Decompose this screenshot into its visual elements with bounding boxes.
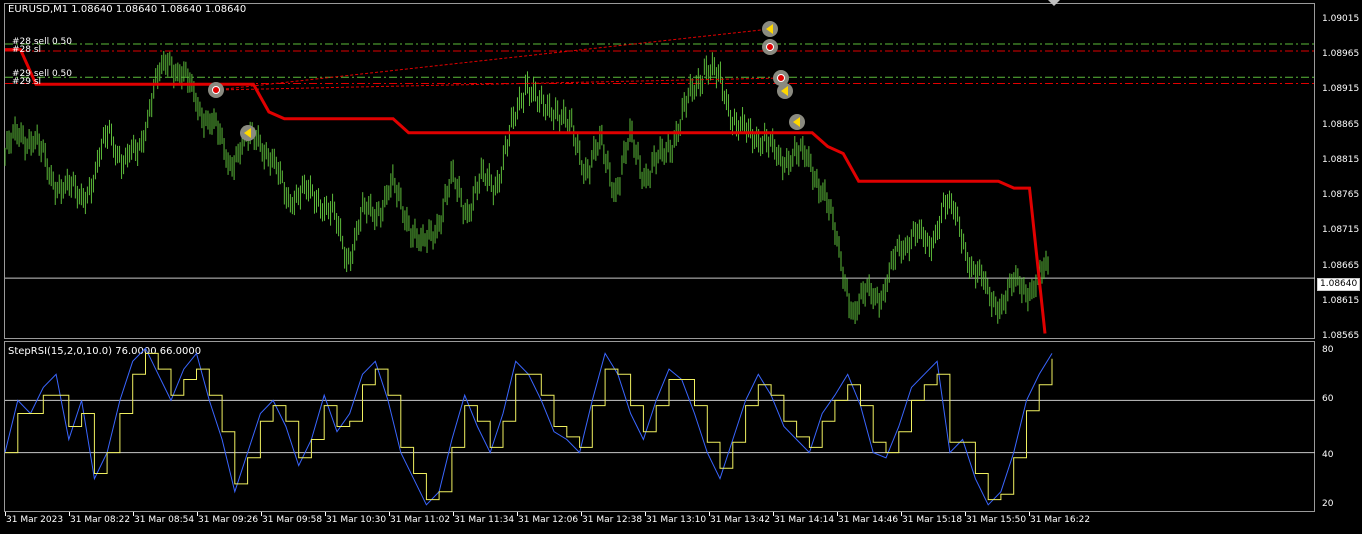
time-axis-tick (773, 512, 774, 516)
time-axis-label: 31 Mar 14:14 (774, 515, 835, 525)
time-axis-tick (5, 512, 6, 516)
time-axis-tick (645, 512, 646, 516)
time-axis-label: 31 Mar 16:22 (1030, 515, 1091, 525)
time-axis-label: 31 Mar 08:22 (70, 515, 131, 525)
rsi-axis-label: 60 (1322, 394, 1334, 404)
time-axis-label: 31 Mar 10:30 (326, 515, 387, 525)
time-axis-tick (325, 512, 326, 516)
time-axis-tick (517, 512, 518, 516)
rsi-fast-line (4, 347, 1053, 506)
time-axis-tick (197, 512, 198, 516)
time-axis-label: 31 Mar 13:42 (710, 515, 771, 525)
time-axis-tick (453, 512, 454, 516)
time-axis-tick (901, 512, 902, 516)
time-axis-label: 31 Mar 08:54 (134, 515, 195, 525)
rsi-axis-label: 40 (1322, 450, 1334, 460)
time-axis-label: 31 Mar 09:26 (198, 515, 259, 525)
rsi-axis-label: 80 (1322, 345, 1334, 355)
time-axis-label: 31 Mar 11:34 (454, 515, 515, 525)
rsi-axis-label: 20 (1322, 499, 1334, 509)
time-axis-label: 31 Mar 13:10 (646, 515, 707, 525)
time-axis-tick (709, 512, 710, 516)
time-axis-label: 31 Mar 15:50 (966, 515, 1027, 525)
time-axis-label: 31 Mar 09:58 (262, 515, 323, 525)
time-axis-label: 31 Mar 2023 (6, 515, 64, 525)
time-axis-tick (965, 512, 966, 516)
time-axis-tick (133, 512, 134, 516)
time-axis-tick (261, 512, 262, 516)
time-axis-tick (1029, 512, 1030, 516)
time-axis-tick (581, 512, 582, 516)
time-axis-tick (389, 512, 390, 516)
time-axis-label: 31 Mar 11:02 (390, 515, 451, 525)
time-axis-label: 31 Mar 15:18 (902, 515, 963, 525)
time-axis-label: 31 Mar 12:38 (582, 515, 643, 525)
time-axis-tick (837, 512, 838, 516)
rsi-chart[interactable] (0, 0, 1362, 534)
time-axis-label: 31 Mar 12:06 (518, 515, 579, 525)
time-axis-label: 31 Mar 14:46 (838, 515, 899, 525)
time-axis-tick (69, 512, 70, 516)
